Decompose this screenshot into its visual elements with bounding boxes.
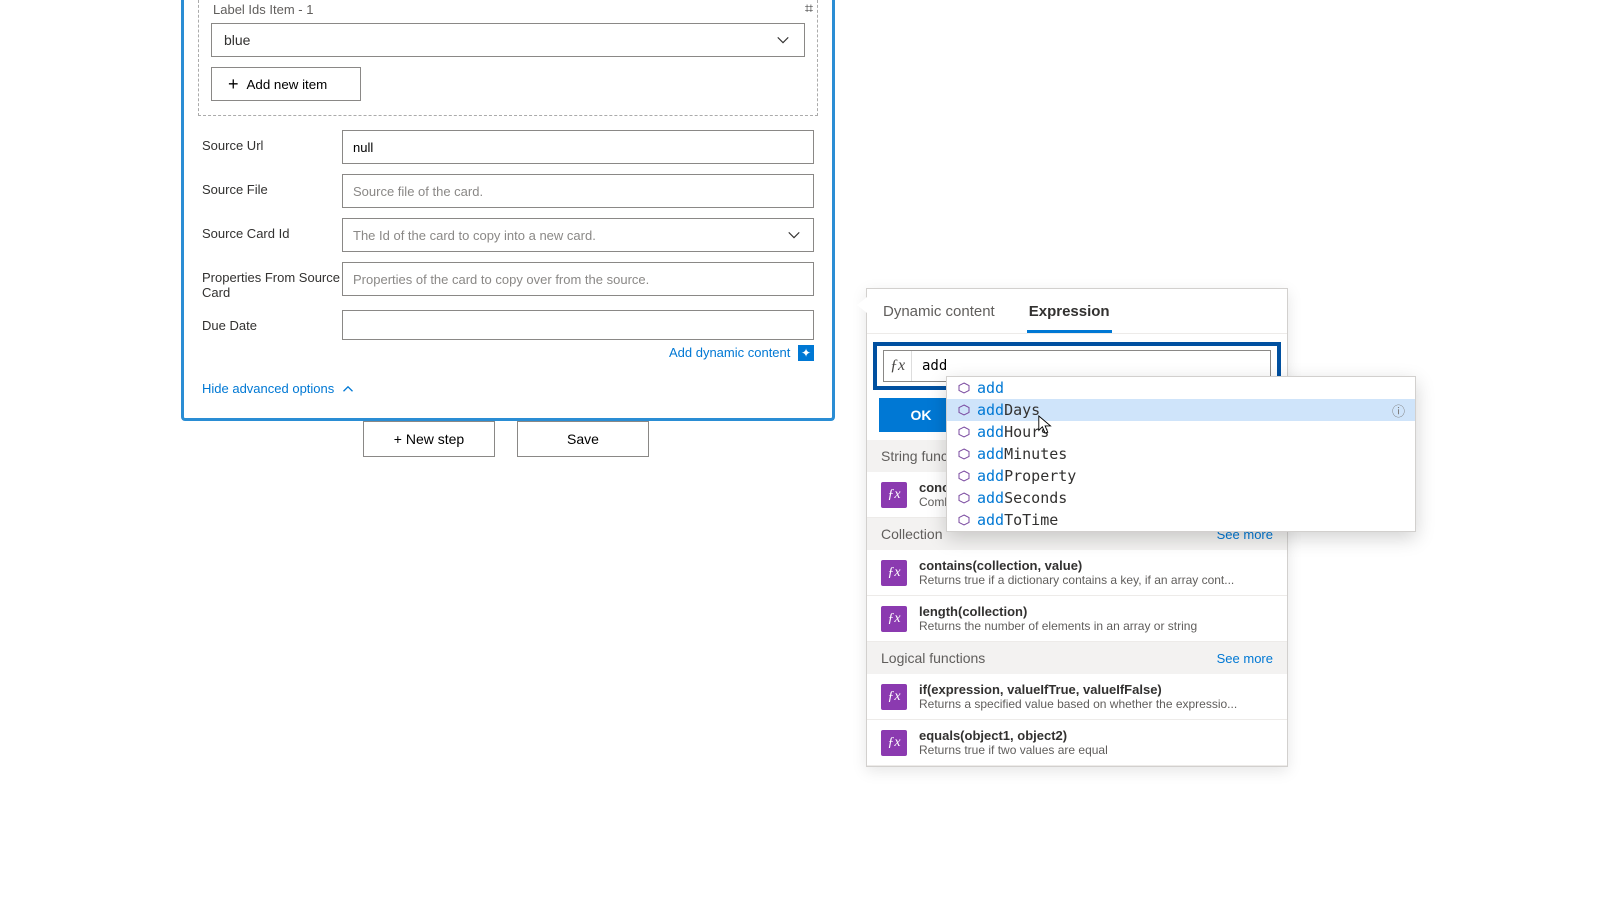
autocomplete-prefix: add — [977, 379, 1004, 397]
fx-icon: ƒx — [884, 351, 912, 381]
flow-footer-buttons: + New step Save — [363, 421, 649, 457]
autocomplete-item[interactable]: addToTime — [947, 509, 1415, 531]
save-button[interactable]: Save — [517, 421, 649, 457]
autocomplete-item[interactable]: addMinutes — [947, 443, 1415, 465]
fn-length-sig: length(collection) — [919, 604, 1273, 619]
autocomplete-suffix: Seconds — [1004, 489, 1067, 507]
fn-equals-sig: equals(object1, object2) — [919, 728, 1273, 743]
tab-expression[interactable]: Expression — [1027, 297, 1112, 333]
autocomplete-item[interactable]: add — [947, 377, 1415, 399]
array-mode-icon[interactable]: ⌗ — [799, 0, 819, 18]
label-source-file: Source File — [202, 174, 342, 197]
fx-icon: ƒx — [881, 560, 907, 586]
cube-icon — [957, 381, 971, 395]
action-card: Label Ids Item - 1 blue + Add new item ⌗… — [181, 0, 835, 421]
lightning-icon[interactable]: ✦ — [798, 345, 814, 361]
fx-icon: ƒx — [881, 684, 907, 710]
label-props: Properties From Source Card — [202, 262, 342, 300]
label-source-card-id: Source Card Id — [202, 218, 342, 241]
label-source-url: Source Url — [202, 130, 342, 153]
autocomplete-item[interactable]: addHours — [947, 421, 1415, 443]
add-new-item-label: Add new item — [247, 77, 328, 92]
autocomplete-suffix: ToTime — [1004, 511, 1058, 529]
cube-icon — [957, 447, 971, 461]
plus-icon: + — [228, 75, 239, 93]
autocomplete-suffix: Hours — [1004, 423, 1049, 441]
fx-icon: ƒx — [881, 730, 907, 756]
see-more-logical[interactable]: See more — [1217, 651, 1273, 666]
label-ids-title: Label Ids Item - 1 — [211, 0, 805, 23]
fx-icon: ƒx — [881, 606, 907, 632]
add-dynamic-content-row: Add dynamic content ✦ — [202, 344, 814, 361]
fn-text: contains(collection, value) Returns true… — [919, 558, 1273, 587]
autocomplete-prefix: add — [977, 467, 1004, 485]
input-props[interactable] — [342, 262, 814, 296]
fn-equals[interactable]: ƒx equals(object1, object2) Returns true… — [867, 720, 1287, 766]
chevron-down-icon — [785, 226, 803, 244]
autocomplete-suffix: Minutes — [1004, 445, 1067, 463]
row-source-file: Source File — [202, 174, 814, 208]
autocomplete-suffix: Property — [1004, 467, 1076, 485]
fn-text: length(collection) Returns the number of… — [919, 604, 1273, 633]
autocomplete-prefix: add — [977, 489, 1004, 507]
new-step-button[interactable]: + New step — [363, 421, 495, 457]
input-due-date[interactable] — [342, 310, 814, 340]
fn-length[interactable]: ƒx length(collection) Returns the number… — [867, 596, 1287, 642]
fn-if-desc: Returns a specified value based on wheth… — [919, 697, 1273, 711]
hide-advanced-toggle[interactable]: Hide advanced options — [202, 381, 814, 396]
row-source-url: Source Url — [202, 130, 814, 164]
section-logical: Logical functions See more — [867, 642, 1287, 674]
expression-input[interactable] — [912, 358, 1270, 374]
input-source-url[interactable] — [342, 130, 814, 164]
autocomplete-item[interactable]: addProperty — [947, 465, 1415, 487]
dropdown-source-card-id[interactable]: The Id of the card to copy into a new ca… — [342, 218, 814, 252]
chevron-up-icon — [342, 383, 354, 395]
fn-contains-sig: contains(collection, value) — [919, 558, 1273, 573]
panel-tabs: Dynamic content Expression — [867, 289, 1287, 334]
autocomplete-item[interactable]: addSeconds — [947, 487, 1415, 509]
input-source-file[interactable] — [342, 174, 814, 208]
info-icon[interactable]: ⓘ — [1392, 401, 1405, 420]
chevron-down-icon — [774, 31, 792, 49]
cube-icon — [957, 425, 971, 439]
fn-contains[interactable]: ƒx contains(collection, value) Returns t… — [867, 550, 1287, 596]
autocomplete-item[interactable]: addDays ⓘ — [947, 399, 1415, 421]
autocomplete-suffix: Days — [1004, 401, 1040, 419]
add-new-item-button[interactable]: + Add new item — [211, 67, 361, 101]
fn-if-sig: if(expression, valueIfTrue, valueIfFalse… — [919, 682, 1273, 697]
section-collection-label: Collection — [881, 526, 942, 542]
row-props: Properties From Source Card — [202, 262, 814, 300]
cube-icon — [957, 513, 971, 527]
hide-advanced-label: Hide advanced options — [202, 381, 334, 396]
label-ids-dropdown[interactable]: blue — [211, 23, 805, 57]
autocomplete-popup: addaddDaysⓘaddHoursaddMinutesaddProperty… — [946, 376, 1416, 532]
autocomplete-prefix: add — [977, 401, 1004, 419]
tab-dynamic-content[interactable]: Dynamic content — [881, 297, 997, 333]
fn-length-desc: Returns the number of elements in an arr… — [919, 619, 1273, 633]
fn-if[interactable]: ƒx if(expression, valueIfTrue, valueIfFa… — [867, 674, 1287, 720]
autocomplete-prefix: add — [977, 511, 1004, 529]
dropdown-source-card-id-placeholder: The Id of the card to copy into a new ca… — [353, 228, 596, 243]
row-source-card-id: Source Card Id The Id of the card to cop… — [202, 218, 814, 252]
section-logical-label: Logical functions — [881, 650, 985, 666]
fn-text: equals(object1, object2) Returns true if… — [919, 728, 1273, 757]
fn-contains-desc: Returns true if a dictionary contains a … — [919, 573, 1273, 587]
label-ids-value: blue — [224, 32, 250, 48]
label-ids-area: Label Ids Item - 1 blue + Add new item ⌗ — [198, 0, 818, 116]
label-due-date: Due Date — [202, 310, 342, 333]
fn-equals-desc: Returns true if two values are equal — [919, 743, 1273, 757]
cube-icon — [957, 491, 971, 505]
row-due-date: Due Date — [202, 310, 814, 340]
fx-icon: ƒx — [881, 482, 907, 508]
fn-text: if(expression, valueIfTrue, valueIfFalse… — [919, 682, 1273, 711]
cube-icon — [957, 403, 971, 417]
autocomplete-prefix: add — [977, 423, 1004, 441]
add-dynamic-content-link[interactable]: Add dynamic content — [669, 345, 794, 360]
section-string-label: String funct — [881, 448, 952, 464]
autocomplete-prefix: add — [977, 445, 1004, 463]
add-dynamic-content-label: Add dynamic content — [669, 345, 790, 360]
cube-icon — [957, 469, 971, 483]
